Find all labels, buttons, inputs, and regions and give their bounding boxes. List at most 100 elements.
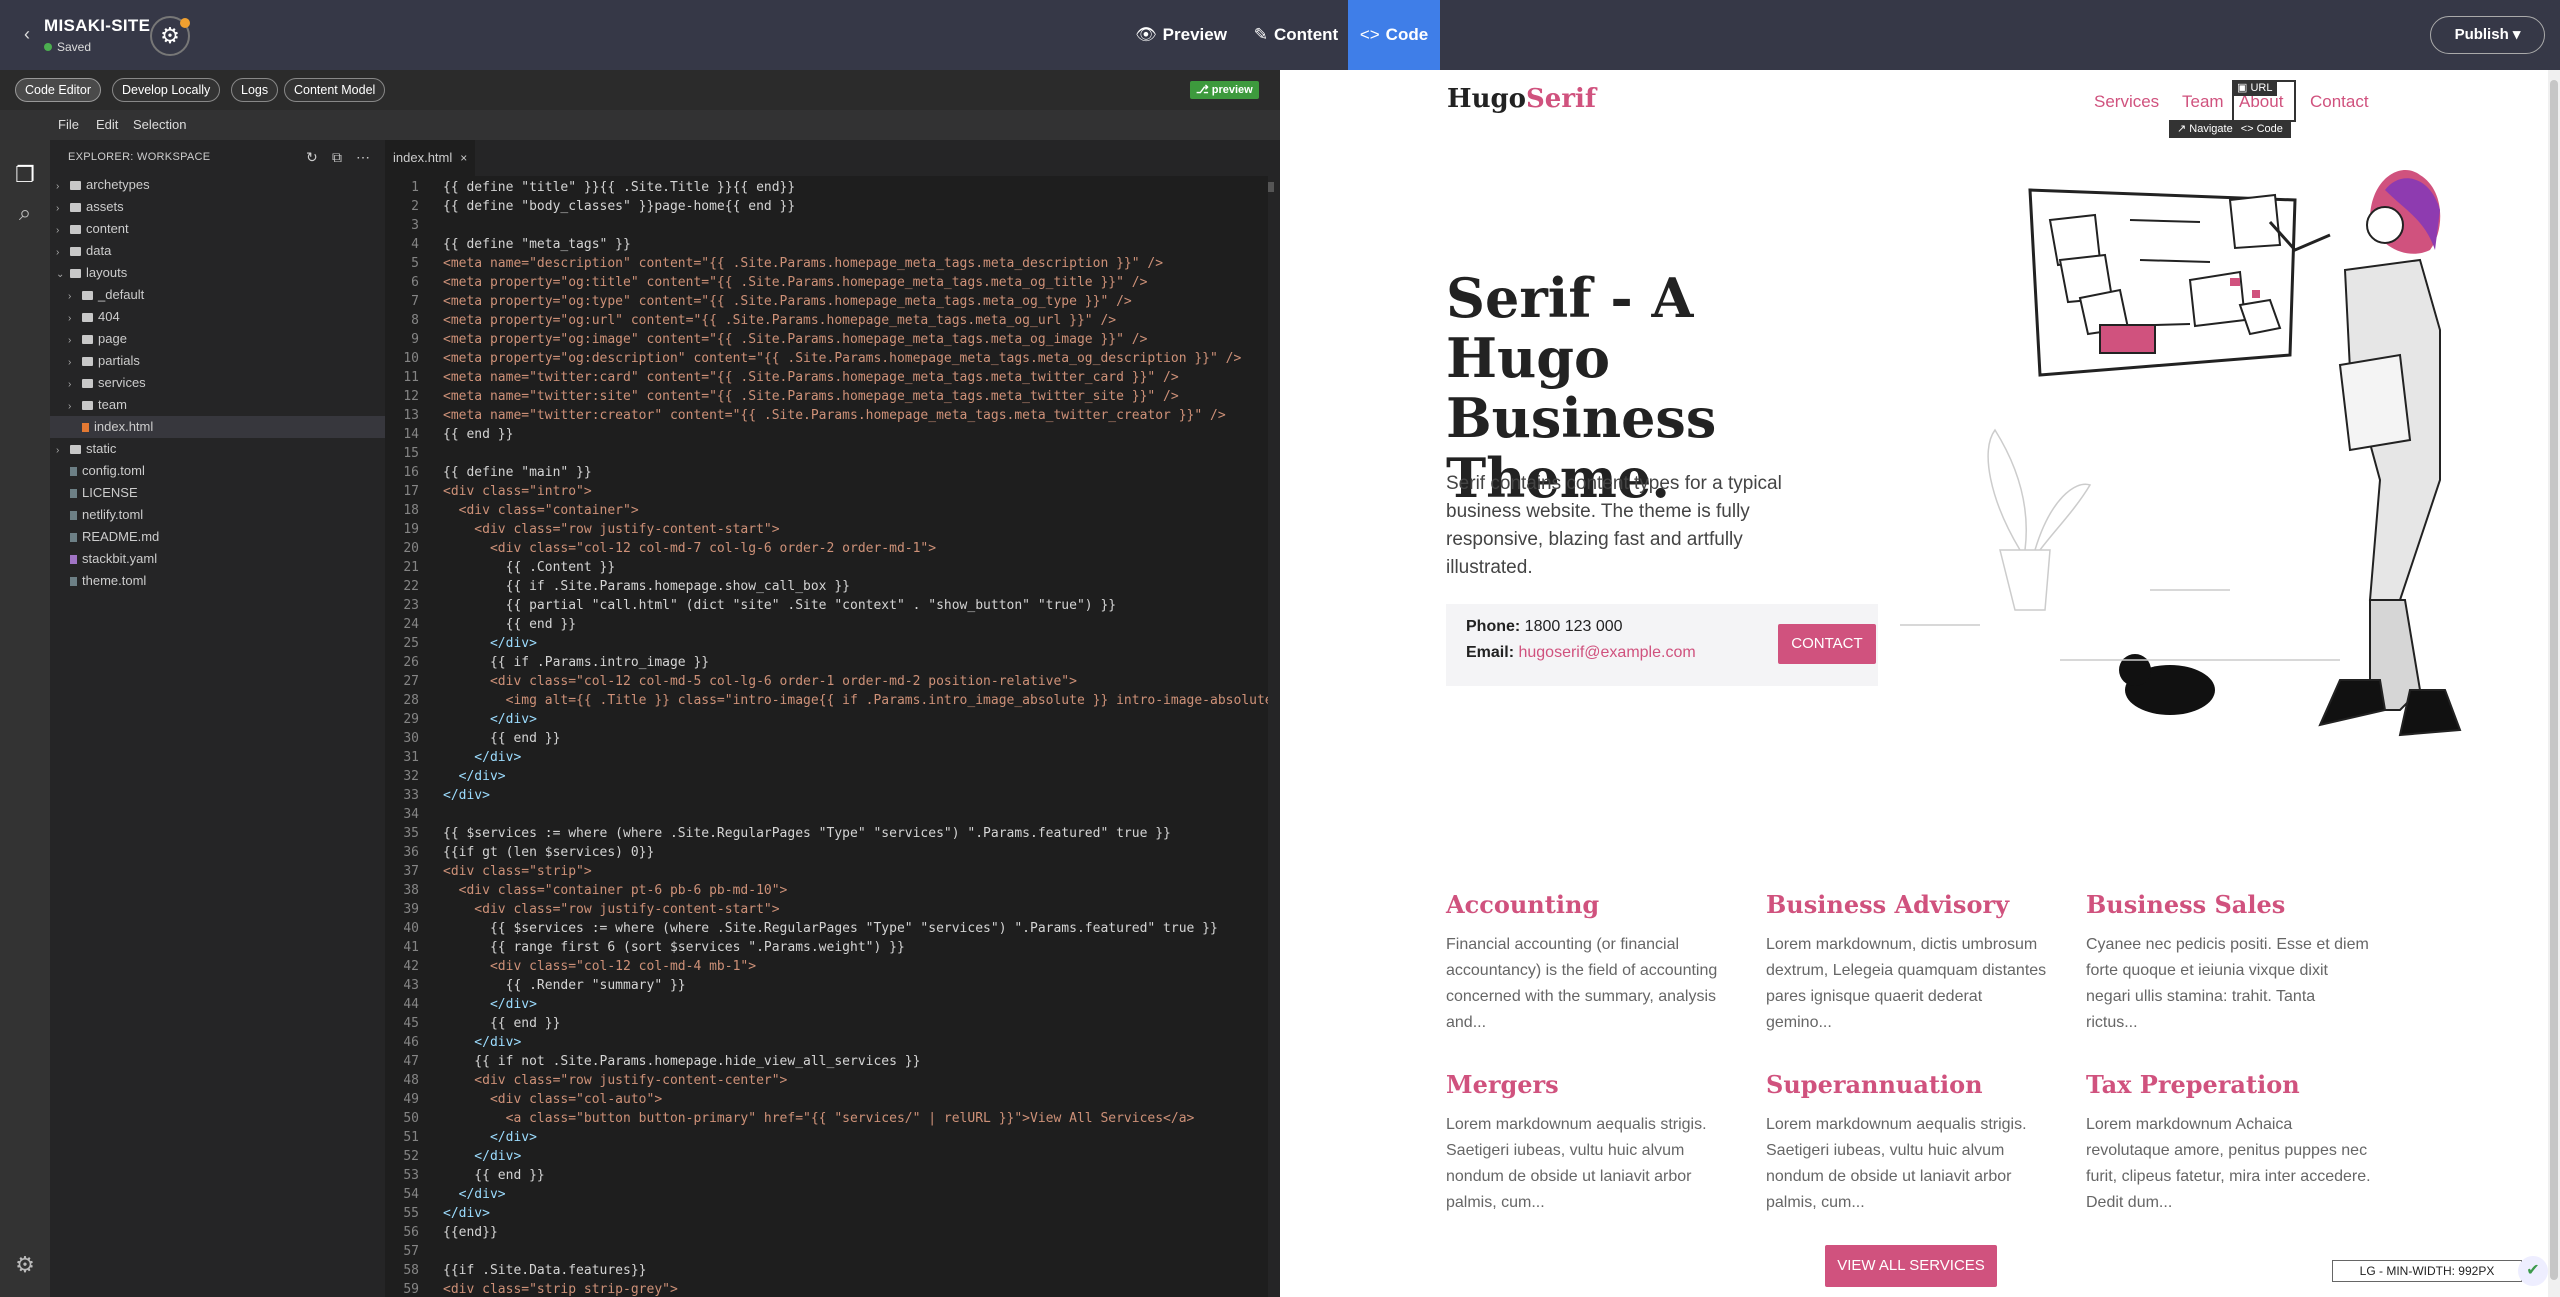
line-number: 31 [403,750,419,765]
tree-item-config-toml[interactable]: config.toml [50,460,385,482]
scrollbar-thumb[interactable] [1268,182,1274,192]
nav-services-link[interactable]: Services [2094,92,2159,112]
code-text: <meta property="og:image" content="{{ .S… [443,332,1148,347]
navigate-button[interactable]: ↗ Navigate [2177,123,2233,135]
view-all-services-button[interactable]: VIEW ALL SERVICES [1825,1245,1997,1287]
tree-item-services[interactable]: › services [50,372,385,394]
tree-item-index-html[interactable]: index.html [50,416,385,438]
collapse-all-icon[interactable]: ⧉ [332,140,342,174]
tree-item-team[interactable]: › team [50,394,385,416]
tree-item-content[interactable]: › content [50,218,385,240]
menu-file[interactable]: File [58,110,79,140]
line-number: 48 [403,1073,419,1088]
code-text: <div class="container"> [443,503,639,518]
top-bar: ‹ MISAKI-SITE Saved ⚙ 👁 Preview ✎ Content … [0,0,2560,70]
code-button[interactable]: <> Code [2241,123,2283,135]
logs-button[interactable]: Logs [231,78,279,102]
tree-item-label: netlify.toml [82,507,144,522]
preview-scrollbar[interactable] [2548,70,2560,1297]
tab-code[interactable]: <> Code [1348,0,1440,70]
gear-icon: ⚙ [160,23,180,48]
tree-item-data[interactable]: › data [50,240,385,262]
site-logo[interactable]: HugoSerif [1447,84,1596,114]
code-text: {{ define "title" }}{{ .Site.Title }}{{ … [443,180,796,195]
code-icon: <> [1359,25,1380,44]
tab-index-html[interactable]: index.html × [385,140,475,176]
more-icon[interactable]: ⋯ [356,140,370,174]
publish-button[interactable]: Publish ▾ [2430,16,2545,54]
tab-preview[interactable]: 👁 Preview [1126,0,1236,70]
tree-item-readme-md[interactable]: README.md [50,526,385,548]
menu-selection[interactable]: Selection [133,110,186,140]
code-line: 47 {{ if not .Site.Params.homepage.hide_… [385,1052,1280,1071]
tree-item-archetypes[interactable]: › archetypes [50,174,385,196]
line-number: 41 [403,940,419,955]
url-label-text: URL [2250,82,2273,94]
nav-contact-link[interactable]: Contact [2310,92,2369,112]
line-number: 57 [403,1244,419,1259]
scrollbar-thumb[interactable] [2550,80,2558,1280]
chevron-down-icon: ⌄ [56,269,65,280]
service-title-tax-preperation[interactable]: Tax Preperation [2086,1070,2300,1099]
code-line: 28 <img alt={{ .Title }} class="intro-im… [385,691,1280,710]
line-number: 17 [403,484,419,499]
shield-icon[interactable]: ✔ [2518,1256,2548,1286]
tree-item-page[interactable]: › page [50,328,385,350]
service-title-mergers[interactable]: Mergers [1446,1070,1559,1099]
code-line: 41 {{ range first 6 (sort $services ".Pa… [385,938,1280,957]
nav-team-link[interactable]: Team [2182,92,2224,112]
code-text: </div> [443,788,490,803]
email-link[interactable]: hugoserif@example.com [1518,644,1695,661]
tree-item-static[interactable]: › static [50,438,385,460]
code-text: {{ end }} [443,427,514,442]
tree-item-stackbit-yaml[interactable]: stackbit.yaml [50,548,385,570]
service-title-business-sales[interactable]: Business Sales [2086,890,2285,919]
tab-preview-label: Preview [1162,25,1227,44]
tab-content[interactable]: ✎ Content [1244,0,1348,70]
tree-item-partials[interactable]: › partials [50,350,385,372]
code-scrollbar[interactable] [1268,176,1280,1297]
service-title-superannuation[interactable]: Superannuation [1766,1070,1983,1099]
refresh-icon[interactable]: ↻ [306,140,318,174]
content-model-button[interactable]: Content Model [284,78,386,102]
line-number: 35 [403,826,419,841]
code-line: 20 <div class="col-12 col-md-7 col-lg-6 … [385,539,1280,558]
tree-item-label: static [86,441,117,456]
code-line: 11 <meta name="twitter:card" content="{{ … [385,368,1280,387]
files-icon[interactable]: ❐ [0,162,50,188]
tree-item-layouts[interactable]: ⌄ layouts [50,262,385,284]
service-title-business-advisory[interactable]: Business Advisory [1766,890,2009,919]
tree-item-netlify-toml[interactable]: netlify.toml [50,504,385,526]
code-line: 17 <div class="intro"> [385,482,1280,501]
code-editor-pane: Code Editor Develop Locally Logs Content… [0,70,1280,1297]
close-icon[interactable]: × [460,151,467,165]
code-text: <a class="button button-primary" href="{… [443,1111,1195,1126]
code-content[interactable]: 1 {{ define "title" }}{{ .Site.Title }}{{… [385,176,1280,1297]
line-number: 30 [403,731,419,746]
back-button[interactable]: ‹ [14,22,40,48]
contact-button[interactable]: CONTACT [1778,624,1876,664]
menu-edit[interactable]: Edit [96,110,118,140]
tree-item-404[interactable]: › 404 [50,306,385,328]
tree-item-assets[interactable]: › assets [50,196,385,218]
tree-item-license[interactable]: LICENSE [50,482,385,504]
line-number: 14 [403,427,419,442]
tree-item-label: stackbit.yaml [82,551,158,566]
code-text: </div> [443,750,522,765]
code-editor-button[interactable]: Code Editor [15,78,102,102]
line-number: 9 [411,332,419,347]
tree-item-theme-toml[interactable]: theme.toml [50,570,385,592]
tree-item--default[interactable]: › _default [50,284,385,306]
gear-icon[interactable]: ⚙ [0,1252,50,1278]
code-line: 37 <div class="strip"> [385,862,1280,881]
tree-item-label: _default [98,287,145,302]
site-settings-button[interactable]: ⚙ [150,16,190,56]
line-number: 2 [411,199,419,214]
service-title-accounting[interactable]: Accounting [1446,890,1599,919]
line-number: 8 [411,313,419,328]
search-icon[interactable]: ⌕ [0,200,50,226]
code-line: 22 {{ if .Site.Params.homepage.show_call… [385,577,1280,596]
develop-locally-button[interactable]: Develop Locally [112,78,221,102]
logo-accent-text: Serif [1526,84,1597,114]
line-number: 53 [403,1168,419,1183]
